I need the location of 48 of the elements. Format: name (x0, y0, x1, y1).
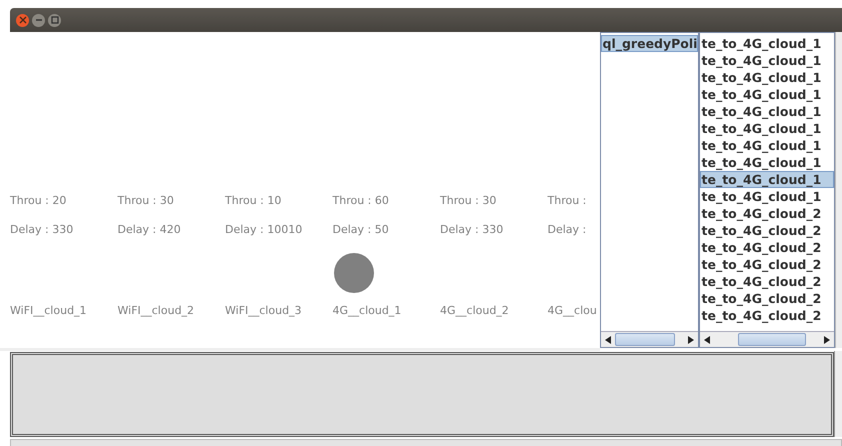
node-label: WiFI__cloud_1 (10, 303, 87, 318)
horizontal-scrollbar[interactable] (700, 331, 834, 347)
list-item[interactable]: te_to_4G_cloud_2 (700, 290, 834, 307)
list-item[interactable]: te_to_4G_cloud_1 (700, 137, 834, 154)
list-item[interactable]: te_to_4G_cloud_1 (700, 52, 834, 69)
delay-label: Delay : 10010 (225, 222, 302, 237)
delay-label: Delay : 330 (440, 222, 504, 237)
list-item[interactable]: te_to_4G_cloud_1 (700, 69, 834, 86)
throughput-label: Throu : 30 (440, 193, 496, 208)
node-label: 4G__cloud_1 (332, 303, 402, 318)
delay-label: Delay : (548, 222, 586, 237)
throughput-label: Throu : 30 (118, 193, 174, 208)
text-area[interactable] (10, 352, 834, 437)
throughput-label: Throu : 60 (332, 193, 389, 208)
list-item[interactable]: te_to_4G_cloud_1 (700, 120, 834, 137)
throughput-label: Throu : 10 (225, 193, 282, 208)
maximize-icon[interactable] (48, 14, 61, 26)
list-item[interactable]: te_to_4G_cloud_2 (700, 205, 834, 222)
left-arrow-icon[interactable] (704, 336, 710, 344)
list-item[interactable]: te_to_4G_cloud_1 (700, 188, 834, 205)
list-item[interactable]: te_to_4G_cloud_1 (700, 35, 834, 52)
list-item[interactable]: te_to_4G_cloud_1 (700, 86, 834, 103)
list-item[interactable]: te_to_4G_cloud_1 (700, 103, 834, 120)
node-label: 4G__clou (548, 303, 597, 318)
list-item[interactable]: te_to_4G_cloud_2 (700, 239, 834, 256)
list-item[interactable]: te_to_4G_cloud_2 (700, 256, 834, 273)
list-item[interactable]: te_to_4G_cloud_2 (700, 307, 834, 324)
list-item[interactable]: te_to_4G_cloud_1 (700, 171, 834, 188)
horizontal-scrollbar[interactable] (600, 331, 698, 347)
right-arrow-icon[interactable] (688, 336, 694, 344)
left-arrow-icon[interactable] (604, 336, 610, 344)
delay-label: Delay : 330 (10, 222, 74, 237)
throughput-label: Throu : 20 (10, 193, 66, 208)
node-label: WiFI__cloud_3 (225, 303, 302, 318)
delay-label: Delay : 50 (332, 222, 389, 237)
node-label: WiFI__cloud_2 (118, 303, 194, 318)
list-item[interactable]: te_to_4G_cloud_1 (700, 154, 834, 171)
right-arrow-icon[interactable] (824, 336, 830, 344)
list-item[interactable]: te_to_4G_cloud_2 (700, 222, 834, 239)
minimize-icon[interactable] (32, 14, 45, 26)
vertical-scrollbar[interactable] (835, 32, 842, 348)
list-item[interactable]: ql_greedyPoli (600, 35, 698, 52)
delay-label: Delay : 420 (118, 222, 181, 237)
node-label: 4G__cloud_2 (440, 303, 509, 318)
list-item[interactable]: te_to_4G_cloud_2 (700, 273, 834, 290)
vertical-scrollbar[interactable] (834, 351, 842, 437)
close-icon[interactable] (16, 14, 29, 26)
throughput-label: Throu : (548, 193, 586, 208)
